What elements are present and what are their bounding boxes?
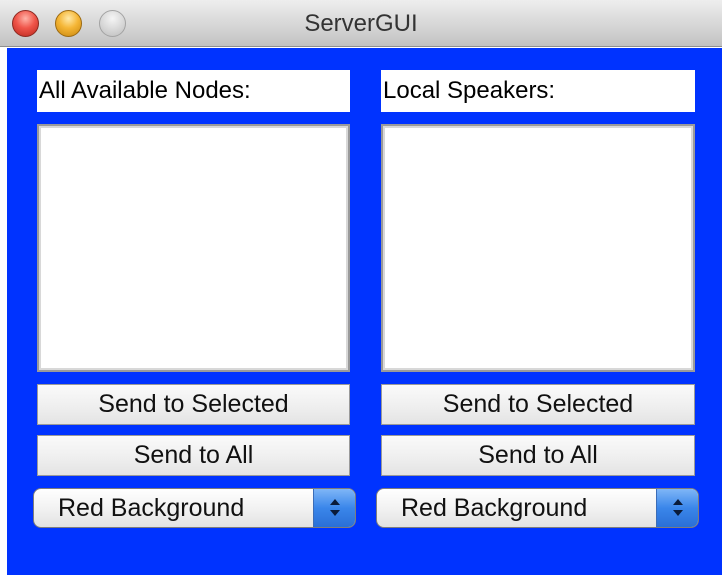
up-down-arrows-icon	[656, 489, 698, 527]
right-send-to-all-button[interactable]: Send to All	[381, 435, 695, 476]
local-speakers-label: Local Speakers:	[381, 70, 695, 112]
title-bar[interactable]: ServerGUI	[0, 0, 722, 47]
left-background-select[interactable]: Red Background	[33, 488, 356, 528]
right-background-select-value: Red Background	[401, 494, 588, 522]
available-nodes-list[interactable]	[37, 124, 350, 372]
all-available-nodes-label: All Available Nodes:	[37, 70, 350, 112]
window-title: ServerGUI	[304, 10, 418, 37]
right-send-to-selected-button[interactable]: Send to Selected	[381, 384, 695, 425]
up-down-arrows-icon	[313, 489, 355, 527]
content-area: All Available Nodes: Send to Selected Se…	[7, 48, 722, 575]
left-send-to-all-button[interactable]: Send to All	[37, 435, 350, 476]
local-speakers-list[interactable]	[381, 124, 695, 372]
left-background-select-value: Red Background	[58, 494, 245, 522]
server-gui-window: ServerGUI All Available Nodes: Send to S…	[0, 0, 722, 575]
left-send-to-selected-button[interactable]: Send to Selected	[37, 384, 350, 425]
right-background-select[interactable]: Red Background	[376, 488, 699, 528]
